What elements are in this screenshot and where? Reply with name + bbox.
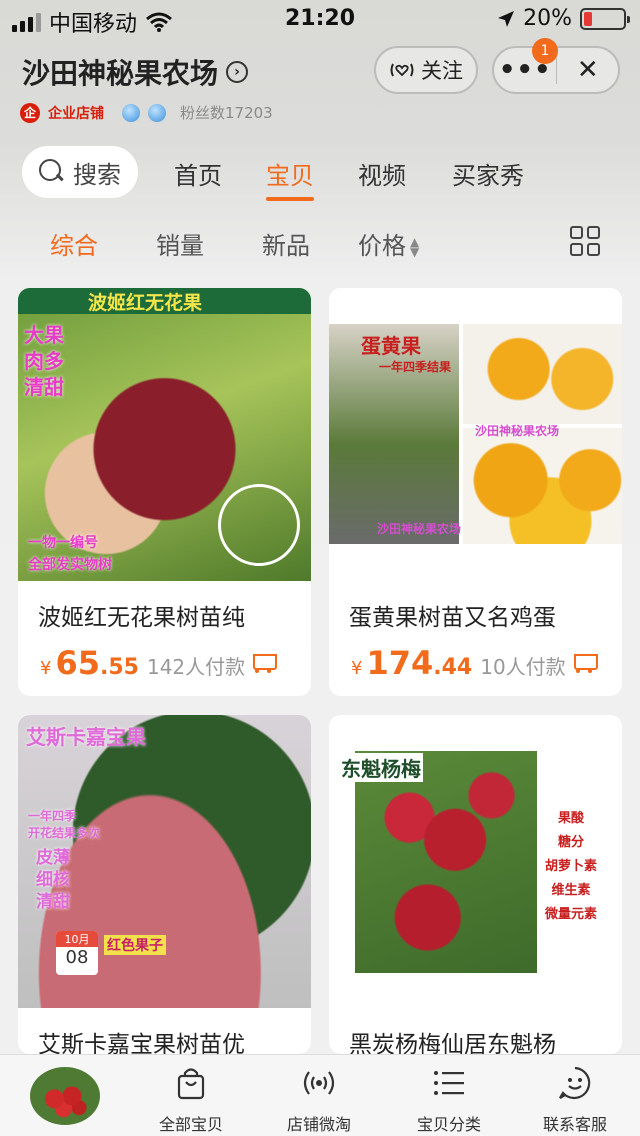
chat-smile-icon [559,1066,591,1100]
product-image: 蛋黄果 一年四季结果 沙田神秘果农场 沙田神秘果农场 [329,288,622,581]
sort-bar: 综合 销量 新品 价格 ▲ ▼ [0,222,640,262]
status-bar: 中国移动 21:20 20% [0,0,640,40]
price-decimal: .44 [433,655,473,680]
price-integer: 174 [366,644,434,682]
follow-button[interactable]: 关注 [374,46,478,94]
tab-videos[interactable]: 视频 [358,156,406,191]
fans-count: 粉丝数17203 [180,104,273,122]
enterprise-icon: 企 [20,102,40,123]
shop-name-text: 沙田神秘果农场 [22,57,219,90]
add-to-cart-icon[interactable] [570,650,598,674]
crown-icon [148,103,166,122]
image-side-text: 皮薄 细核 清甜 [36,848,70,912]
status-right: 20% [497,6,630,31]
currency-symbol: ¥ [351,658,363,679]
bottom-nav: 全部宝贝 店铺微淘 宝贝分类 联系客服 [0,1054,640,1136]
product-title: 艾斯卡嘉宝果树苗优 [38,1032,245,1054]
tab-buyer-show[interactable]: 买家秀 [452,156,524,191]
authentic-stamp [218,484,300,566]
nav-shop-feed[interactable]: 店铺微淘 [264,1063,374,1135]
battery-percent: 20% [523,6,572,31]
shop-title[interactable]: 沙田神秘果农场 › [22,52,249,92]
close-button[interactable]: ✕ [557,55,618,85]
product-image: 艾斯卡嘉宝果 一年四季 开花结果多次 皮薄 细核 清甜 10月 08 红色果子 [18,715,311,1008]
calendar-day: 08 [65,947,89,968]
image-side-text: 大果 肉多 清甜 [24,323,64,399]
list-icon [434,1071,464,1095]
sold-count: 142人付款 [146,655,246,679]
grid-view-icon[interactable] [570,226,600,256]
tab-home[interactable]: 首页 [174,156,222,191]
shop-nav: 搜索 首页 宝贝 视频 买家秀 [0,146,640,202]
search-label: 搜索 [73,160,121,189]
image-sub-text: 一年四季结果 [379,360,452,374]
image-tag: 红色果子 [104,935,166,955]
battery-level [584,11,592,26]
sold-count: 10人付款 [480,655,566,679]
search-button[interactable]: 搜索 [22,146,138,198]
image-bottom-text-1: 一物一编号 [28,535,98,551]
image-banner-text: 波姬红无花果 [88,292,203,314]
shop-meta: 企 企业店铺 粉丝数17203 [20,102,273,123]
image-sub-text: 一年四季 开花结果多次 [28,809,101,840]
price-row: ¥ 65 .55 142人付款 [40,644,300,682]
sort-price[interactable]: 价格 ▲ ▼ [358,226,419,261]
shop-header: 沙田神秘果农场 › 关注 ••• ✕ 1 企 企业店铺 粉丝数17203 [0,38,640,134]
product-card[interactable]: 艾斯卡嘉宝果 一年四季 开花结果多次 皮薄 细核 清甜 10月 08 红色果子 … [18,715,311,1054]
search-icon [39,159,65,185]
sort-arrows-icon: ▲ ▼ [410,235,420,259]
follow-label: 关注 [421,59,463,83]
product-card[interactable]: 蛋黄果 一年四季结果 沙田神秘果农场 沙田神秘果农场 蛋黄果树苗又名鸡蛋 ¥ 1… [329,288,622,696]
follow-heart-icon [390,63,414,77]
price-decimal: .55 [99,655,139,680]
fruit-photo-top [463,324,622,424]
price-integer: 65 [55,644,100,682]
sort-new[interactable]: 新品 [262,226,310,261]
product-title: 黑炭杨梅仙居东魁杨 [349,1032,556,1054]
nav-label: 宝贝分类 [416,1115,481,1134]
image-banner-text: 艾斯卡嘉宝果 [26,725,146,749]
calendar-icon: 10月 08 [56,931,98,975]
sort-price-label: 价格 [358,232,406,260]
add-to-cart-icon[interactable] [249,650,278,674]
product-image: 东魁杨梅 果酸 糖分 胡萝卜素 维生素 微量元素 [329,715,622,1008]
nav-all-products[interactable]: 全部宝贝 [136,1063,246,1135]
image-banner-text: 东魁杨梅 [339,753,423,782]
sort-overall[interactable]: 综合 [50,226,98,261]
calendar-month: 10月 [56,931,98,947]
nav-label: 联系客服 [542,1115,607,1134]
product-title: 波姬红无花果树苗纯 [38,605,245,631]
location-arrow-icon [498,10,515,27]
product-title: 蛋黄果树苗又名鸡蛋 [349,605,556,631]
bayberry-photo [355,751,537,973]
shopping-bag-icon [177,1068,205,1100]
battery-icon [580,7,630,30]
sort-sales[interactable]: 销量 [156,226,204,261]
product-card[interactable]: 波姬红无花果 大果 肉多 清甜 一物一编号 全部发实物树 波姬红无花果树苗纯 ¥… [18,288,311,696]
tab-products[interactable]: 宝贝 [266,156,314,201]
nav-categories[interactable]: 宝贝分类 [394,1063,504,1135]
nav-label: 全部宝贝 [158,1115,223,1134]
product-image: 波姬红无花果 大果 肉多 清甜 一物一编号 全部发实物树 [18,288,311,581]
shop-avatar[interactable] [30,1067,100,1125]
image-farm-text: 沙田神秘果农场 [475,424,560,438]
notification-badge: 1 [532,38,558,64]
broadcast-icon [303,1071,335,1095]
currency-symbol: ¥ [40,658,52,679]
image-side-text: 果酸 糖分 胡萝卜素 维生素 微量元素 [545,811,598,922]
nav-label: 店铺微淘 [286,1115,351,1134]
product-card[interactable]: 东魁杨梅 果酸 糖分 胡萝卜素 维生素 微量元素 黑炭杨梅仙居东魁杨 [329,715,622,1054]
crown-icon [122,103,140,122]
image-farm-text: 沙田神秘果农场 [377,522,462,536]
nav-customer-service[interactable]: 联系客服 [520,1063,630,1135]
enterprise-label: 企业店铺 [48,105,104,122]
image-bottom-text-2: 全部发实物树 [28,557,112,573]
price-row: ¥ 174 .44 10人付款 [351,644,611,682]
fruit-photo-bottom [463,428,622,544]
image-banner-text: 蛋黄果 [361,334,421,358]
chevron-right-icon: › [226,61,249,83]
